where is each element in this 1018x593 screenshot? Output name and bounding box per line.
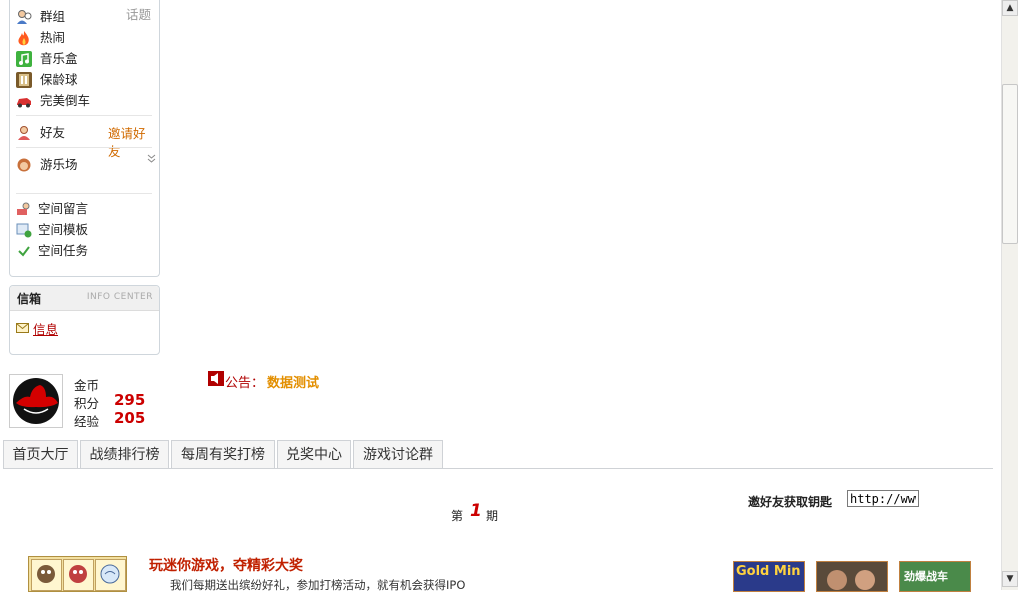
sidebar-item-label: 热闹 (40, 30, 66, 45)
sidebar-panel: 群组 话题 热闹 音乐盒 保龄球 完美倒车 好友 邀请好友 游乐场 空间留言 空… (9, 0, 160, 277)
tab-lobby[interactable]: 首页大厅 (3, 440, 78, 469)
game-thumbnail-gold-miner[interactable]: Gold Min (733, 561, 805, 592)
game-thumbnail-2[interactable] (816, 561, 888, 592)
envelope-icon (16, 322, 29, 336)
sidebar-item-friends[interactable]: 好友 邀请好友 (16, 124, 156, 159)
car-icon (16, 93, 32, 109)
announcement-text[interactable]: 数据测试 (267, 372, 319, 391)
mailbox-info-link[interactable]: 信息 (33, 319, 58, 338)
divider (16, 147, 152, 148)
game-face-icon (95, 559, 126, 591)
scrollbar-thumb[interactable] (1002, 84, 1018, 244)
mailbox-subtitle: INFO CENTER (86, 292, 153, 302)
sidebar-item-label: 保龄球 (40, 72, 78, 87)
promo-title[interactable]: 玩迷你游戏，夺精彩大奖 (149, 555, 303, 575)
space-template-icon (16, 222, 32, 238)
sidebar-item-label: 空间留言 (38, 201, 89, 216)
points-value: 295 (114, 391, 146, 409)
issue-prefix: 第 (451, 509, 464, 523)
invite-url-input[interactable] (847, 490, 919, 507)
announcement-prefix: 公告： (225, 376, 265, 391)
game-face-icon (31, 559, 62, 591)
promo-thumbnail[interactable] (28, 556, 127, 592)
sidebar-item-playground[interactable]: 游乐场 (16, 153, 156, 174)
game-face-icon (63, 559, 94, 591)
game-title: Gold Min (736, 564, 801, 579)
avatar[interactable] (9, 374, 63, 428)
tab-prize-center[interactable]: 兑奖中心 (277, 440, 351, 469)
tab-game-discussion[interactable]: 游戏讨论群 (353, 440, 443, 469)
sidebar-item-label: 音乐盒 (40, 51, 78, 66)
scroll-down-button[interactable]: ▼ (1002, 571, 1018, 587)
sidebar-item-label: 空间任务 (38, 243, 89, 258)
bowling-icon (16, 72, 32, 88)
friend-icon (16, 125, 32, 141)
sidebar-item-label: 完美倒车 (40, 93, 91, 108)
mailbox-header: 信箱 INFO CENTER (10, 286, 159, 311)
space-task-icon (16, 243, 32, 259)
issue-number: 1 (470, 501, 482, 521)
fire-icon (16, 30, 32, 46)
stat-label: 积分 (74, 396, 100, 411)
promo-description: 我们每期送出缤纷好礼，参加打榜活动，就有机会获得IPO (170, 578, 466, 592)
playground-icon (16, 157, 32, 173)
speaker-icon (208, 371, 224, 389)
divider (16, 115, 152, 116)
divider (16, 193, 152, 194)
game-title: 劲爆战车 (904, 570, 948, 583)
sidebar-item-label: 好友 (40, 125, 66, 140)
game-thumbnail-3[interactable]: 劲爆战车 (899, 561, 971, 592)
scroll-up-button[interactable]: ▲ (1002, 0, 1018, 16)
tab-weekly-prize-ranking[interactable]: 每周有奖打榜 (171, 440, 275, 469)
music-box-icon (16, 51, 32, 67)
sidebar-item-label: 群组 (40, 9, 66, 24)
sidebar-item-label: 空间模板 (38, 222, 89, 237)
tab-ranking[interactable]: 战绩排行榜 (80, 440, 169, 469)
invite-key-label: 邀好友获取钥匙 (748, 495, 833, 509)
sidebar-item-group[interactable]: 群组 话题 (16, 6, 156, 26)
experience-value: 205 (114, 409, 146, 427)
mailbox-panel: 信箱 INFO CENTER 信息 (9, 285, 160, 355)
sidebar-item-label: 游乐场 (40, 157, 78, 172)
topic-link[interactable]: 话题 (126, 6, 151, 24)
group-icon (16, 9, 32, 25)
double-chevron-down-icon[interactable] (147, 153, 156, 172)
stat-label: 金币 (74, 378, 100, 393)
tab-underline (3, 468, 993, 469)
mailbox-title: 信箱 (17, 292, 42, 306)
issue-suffix: 期 (486, 509, 499, 523)
stat-label: 经验 (74, 414, 100, 429)
space-message-icon (16, 201, 32, 217)
